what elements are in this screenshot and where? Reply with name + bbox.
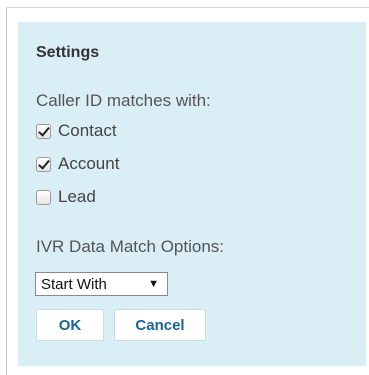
contact-label: Contact — [58, 121, 117, 140]
account-option[interactable]: Account — [36, 154, 119, 174]
lead-label: Lead — [58, 187, 96, 206]
settings-title: Settings — [36, 44, 100, 61]
account-checkbox[interactable] — [36, 156, 51, 172]
lead-option[interactable]: Lead — [36, 187, 96, 207]
ivr-select-value: Start With — [41, 275, 107, 293]
contact-option[interactable]: Contact — [36, 121, 117, 141]
ivr-match-select[interactable]: Start With ▼ — [35, 272, 168, 296]
account-label: Account — [58, 154, 120, 173]
caller-id-label: Caller ID matches with: — [36, 91, 211, 110]
ivr-label: IVR Data Match Options: — [36, 237, 225, 256]
ok-button[interactable]: OK — [36, 309, 104, 341]
lead-checkbox[interactable] — [36, 189, 51, 205]
dropdown-arrow-icon: ▼ — [148, 278, 159, 290]
contact-checkbox[interactable] — [36, 123, 51, 139]
cancel-button[interactable]: Cancel — [114, 309, 206, 341]
